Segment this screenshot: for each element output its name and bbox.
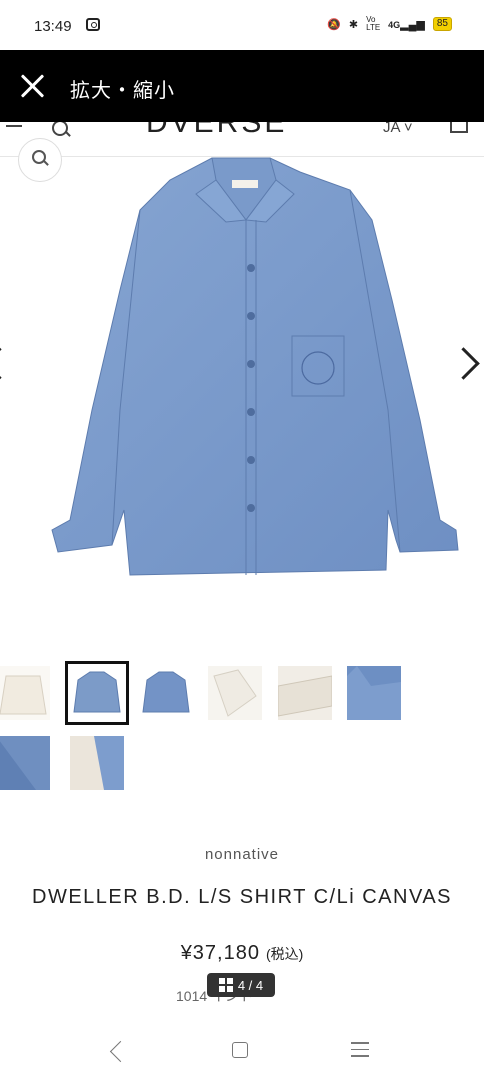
product-price-row: ¥37,180 (税込) <box>0 942 484 965</box>
product-title: DWELLER B.D. L/S SHIRT C/Li CANVAS <box>32 886 452 908</box>
grid-icon <box>218 978 233 992</box>
site-logo[interactable]: DVERSE <box>146 122 287 140</box>
image-counter-text: 4 / 4 <box>237 977 264 993</box>
volte-icon: Vo LTE <box>366 15 381 32</box>
back-icon[interactable] <box>109 1040 132 1063</box>
hamburger-menu-icon[interactable] <box>6 122 24 134</box>
thumb-blue-shirt-back[interactable] <box>139 666 193 720</box>
zoom-icon <box>32 150 46 164</box>
screen-record-icon <box>86 18 100 31</box>
thumb-mixed-fabric[interactable] <box>70 736 124 790</box>
status-time: 13:49 <box>34 18 72 35</box>
thumb-blue-fabric[interactable] <box>0 736 50 790</box>
close-icon[interactable] <box>18 72 46 100</box>
system-nav-bar <box>0 1028 484 1080</box>
image-counter: 4 / 4 <box>207 973 275 997</box>
thumb-blue-shirt-selected[interactable] <box>65 661 129 725</box>
product-price: ¥37,180 <box>180 942 260 964</box>
product-brand[interactable]: nonnative <box>0 846 484 863</box>
search-icon[interactable] <box>52 122 68 136</box>
battery-icon: 85 <box>432 17 452 31</box>
home-icon[interactable] <box>232 1042 248 1058</box>
mute-bell-icon: 🔕 <box>327 18 341 31</box>
thumb-cream-detail[interactable] <box>278 666 332 720</box>
zoom-button[interactable] <box>18 138 62 182</box>
cart-icon[interactable] <box>450 122 468 133</box>
tax-note: (税込) <box>265 946 304 962</box>
thumb-blue-detail[interactable] <box>347 666 401 720</box>
zoom-overlay-header: 拡大・縮小 <box>0 50 484 122</box>
bluetooth-icon: ✱ <box>348 18 359 31</box>
product-main-image[interactable] <box>0 150 484 600</box>
status-indicators: 🔕 ✱ Vo LTE 4G▂▄▆ 85 <box>327 16 452 32</box>
language-selector[interactable]: JA ˅ <box>383 122 413 136</box>
thumb-white-collar[interactable] <box>208 666 262 720</box>
status-bar: 13:49 🔕 ✱ Vo LTE 4G▂▄▆ 85 <box>0 0 484 50</box>
overlay-title: 拡大・縮小 <box>70 80 175 102</box>
signal-icon: 4G▂▄▆ <box>388 18 425 31</box>
thumb-cream-shirt[interactable] <box>0 666 50 720</box>
recent-apps-icon[interactable] <box>351 1042 369 1058</box>
